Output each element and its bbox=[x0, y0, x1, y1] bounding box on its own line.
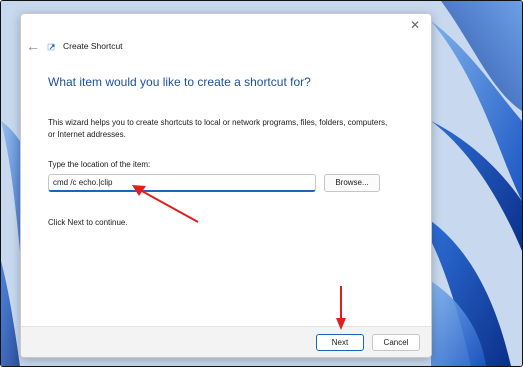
page-heading: What item would you like to create a sho… bbox=[48, 75, 311, 89]
location-input[interactable] bbox=[48, 174, 316, 192]
back-arrow-icon[interactable]: ← bbox=[26, 39, 40, 53]
wizard-description: This wizard helps you to create shortcut… bbox=[48, 118, 388, 139]
shortcut-app-icon bbox=[47, 43, 55, 51]
browse-button[interactable]: Browse... bbox=[324, 174, 380, 192]
cancel-button[interactable]: Cancel bbox=[372, 334, 420, 351]
close-icon[interactable]: ✕ bbox=[408, 18, 422, 32]
continue-instruction: Click Next to continue. bbox=[48, 218, 128, 227]
next-button[interactable]: Next bbox=[316, 334, 364, 351]
location-label: Type the location of the item: bbox=[48, 160, 151, 169]
create-shortcut-dialog: ✕ ← Create Shortcut What item would you … bbox=[20, 13, 432, 358]
dialog-footer: Next Cancel bbox=[21, 326, 431, 357]
screenshot-frame: ✕ ← Create Shortcut What item would you … bbox=[0, 0, 523, 367]
dialog-title: Create Shortcut bbox=[63, 41, 123, 51]
